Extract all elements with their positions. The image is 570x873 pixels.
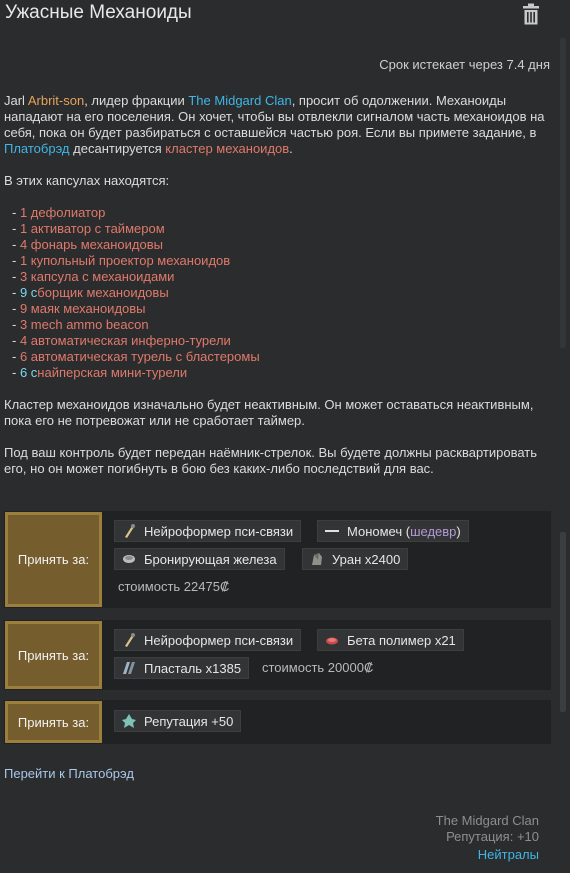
reward-item[interactable]: Нейроформер пси-связи <box>114 629 302 651</box>
quality-label: шедевр <box>410 523 457 539</box>
goto-settlement-link[interactable]: Перейти к Платобрэд <box>4 766 134 781</box>
reward-item[interactable]: Бронирующая железа <box>114 548 285 570</box>
trash-icon[interactable] <box>521 3 541 25</box>
capsule-item: - 4 фонарь механоидовы <box>12 237 163 252</box>
reward-option-2: Принять за: Нейроформер пси-связи Бета п… <box>4 620 551 690</box>
beta-polymer-icon <box>323 631 341 649</box>
capsule-item: - 1 активатор с таймером <box>12 221 165 236</box>
faction-reputation: Репутация: +10 <box>446 829 539 844</box>
plasteel-icon <box>120 659 138 677</box>
offer-cost: стоимость 22475₡ <box>118 579 230 594</box>
accept-button[interactable]: Принять за: <box>5 701 102 743</box>
accept-label: Принять за: <box>17 647 90 663</box>
reward-item-label: Репутация +50 <box>144 713 234 729</box>
reward-item-label: Пласталь x1385 <box>144 660 242 676</box>
uranium-icon <box>308 550 326 568</box>
scrollbar-thumb[interactable] <box>560 532 566 712</box>
reward-item-label: Бронирующая железа <box>144 551 277 567</box>
capsules-intro: В этих капсулах находятся: <box>4 173 170 188</box>
capsule-item: - 1 дефолиатор <box>12 205 106 220</box>
offer-cost: стоимость 20000₡ <box>262 660 374 675</box>
capsule-item: - 3 капсула с механоидами <box>12 269 175 284</box>
reward-item-label: Бета полимер x21 <box>347 632 456 648</box>
accept-label: Принять за: <box>17 552 90 567</box>
reward-item-suffix: ) <box>456 523 461 539</box>
capsule-list: - 1 дефолиатор - 1 активатор с таймером - … <box>4 205 552 381</box>
reward-item-label: Нейроформер пси-связи <box>144 632 294 648</box>
reward-item-label: Уран x2400 <box>332 551 401 567</box>
capsule-item: - 9 сборщик механоидовы <box>12 285 169 300</box>
description-segment: , лидер фракции <box>84 93 189 108</box>
expiry-text: Срок истекает через 7.4 дня <box>379 57 550 72</box>
reward-item-label: Нейроформер пси-связи <box>144 523 294 539</box>
armor-gland-icon <box>120 550 138 568</box>
quest-title: Ужасные Механоиды <box>5 2 192 23</box>
description-segment: Платобрэд <box>4 141 70 156</box>
description-segment: . <box>289 141 293 156</box>
mercenary-note: Под ваш контроль будет передан наёмник-с… <box>4 445 537 476</box>
capsule-item: - 4 автоматическая инферно-турели <box>12 333 231 348</box>
faction-status: Нейтралы <box>477 847 539 862</box>
accept-button[interactable]: Принять за: <box>5 512 102 607</box>
reward-option-1: Принять за: Нейроформер пси-связи Мономе… <box>4 511 551 608</box>
capsule-item: - 6 автоматическая турель с бластеромы <box>12 349 260 364</box>
reputation-icon <box>120 712 138 730</box>
description-segment: The Midgard Clan <box>188 93 292 108</box>
description-segment: кластер механоидов <box>165 141 290 156</box>
capsule-item: - 9 маяк механоидовы <box>12 301 146 316</box>
description-intro: Jarl Arbrit-son, лидер фракции The Midga… <box>4 93 552 157</box>
description-segment: Arbrit-son <box>27 93 85 108</box>
reward-item[interactable]: Пласталь x1385 <box>114 657 250 679</box>
psylink-neuroformer-icon <box>120 631 138 649</box>
description-segment: Jarl <box>4 93 28 108</box>
scrollbar-upper-segment <box>560 38 566 348</box>
reward-option-3: Принять за: Репутация +50 <box>4 700 551 744</box>
reward-item[interactable]: Репутация +50 <box>114 710 242 732</box>
reward-item[interactable]: Мономеч (шедевр) <box>317 520 469 542</box>
accept-button[interactable]: Принять за: <box>5 621 102 689</box>
capsule-item: - 1 купольный проектор механоидов <box>12 253 231 268</box>
reward-item[interactable]: Уран x2400 <box>302 548 409 570</box>
reward-item[interactable]: Бета полимер x21 <box>317 629 464 651</box>
reward-item[interactable]: Нейроформер пси-связи <box>114 520 302 542</box>
capsule-item: - 6 снайперская мини-турели <box>12 365 188 380</box>
accept-label: Принять за: <box>17 714 90 730</box>
reward-item-label: Мономеч ( <box>347 523 411 539</box>
psylink-neuroformer-icon <box>120 522 138 540</box>
cluster-note: Кластер механоидов изначально будет неак… <box>4 397 534 428</box>
description-segment: десантируется <box>69 141 166 156</box>
faction-name: The Midgard Clan <box>435 813 539 828</box>
capsule-item: - 3 mech ammo beacon <box>12 317 149 332</box>
monosword-icon <box>323 522 341 540</box>
quest-description: Jarl Arbrit-son, лидер фракции The Midga… <box>4 93 552 477</box>
